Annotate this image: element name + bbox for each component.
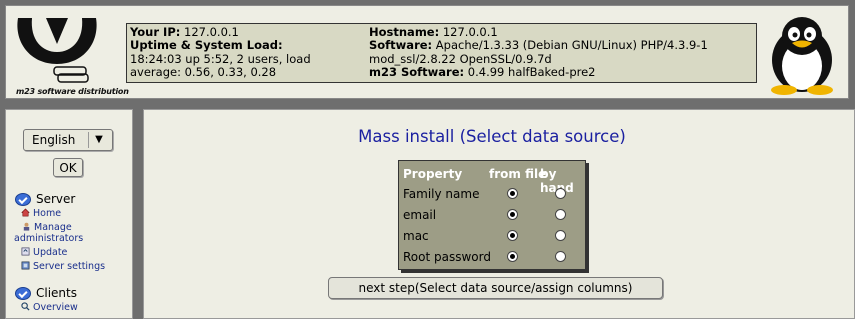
admin-icon [23,222,30,231]
row-label-email: email [403,208,437,222]
language-ok-button[interactable]: OK [53,158,83,177]
sidebar-item-label: Server settings [33,261,106,272]
hostname-label: Hostname: [369,25,440,39]
section-toggle-icon [15,193,31,206]
language-select-value: English [32,133,76,147]
sidebar-item-home[interactable]: Home [21,208,61,219]
radio-family-name-by-hand[interactable] [555,188,566,199]
sidebar-section-server[interactable]: Server [15,192,75,206]
row-label-mac: mac [403,229,429,243]
tux-penguin-icon [762,12,842,96]
column-header-from-file: from file [489,167,547,181]
sidebar-item-label: Home [33,208,62,219]
update-icon [21,247,30,256]
sidebar-item-overview[interactable]: Overview [21,302,78,313]
m23-logo: m23 software distribution [12,12,129,96]
page-title: Mass install (Select data source) [358,127,626,146]
your-ip-label: Your IP: [130,25,181,39]
sidebar-section-label: Server [36,192,76,206]
radio-root-password-from-file[interactable] [507,251,518,262]
sidebar-item-label: Overview [33,302,78,313]
radio-email-from-file[interactable] [507,209,518,220]
settings-icon [21,261,30,270]
data-source-table: Property from file by hand Family name e… [398,160,586,270]
sidebar-section-clients[interactable]: Clients [15,286,77,300]
radio-email-by-hand[interactable] [555,209,566,220]
row-label-family-name: Family name [403,187,480,201]
sidebar-item-label: Update [33,247,68,258]
logo-caption: m23 software distribution [16,87,129,96]
next-step-button[interactable]: next step(Select data source/assign colu… [328,277,663,299]
sidebar-item-update[interactable]: Update [21,247,67,258]
header-bar: m23 software distribution Your IP: 127.0… [5,5,849,99]
sidebar: English ▼ OK Server Home Manage administ… [5,109,133,319]
uptime-label: Uptime & System Load: [130,38,283,53]
chevron-down-icon[interactable]: ▼ [88,132,109,148]
radio-root-password-by-hand[interactable] [555,251,566,262]
info-column-right: Hostname: 127.0.0.1 Software: Apache/1.3… [369,25,754,79]
section-toggle-icon [15,287,31,300]
your-ip-value: 127.0.0.1 [184,25,239,39]
main-content: Mass install (Select data source) Proper… [143,109,855,319]
radio-mac-by-hand[interactable] [555,230,566,241]
house-icon [21,208,30,217]
radio-mac-from-file[interactable] [507,230,518,241]
info-column-left: Your IP: 127.0.0.1 Uptime & System Load:… [130,25,358,79]
language-select[interactable]: English ▼ [23,129,113,151]
m23-software-value: 0.4.99 halfBaked-pre2 [467,64,596,79]
sidebar-item-server-settings[interactable]: Server settings [21,261,105,272]
row-label-root-password: Root password [403,250,491,264]
sidebar-item-manage-administrators[interactable]: Manage administrators [14,222,124,244]
sidebar-section-label: Clients [36,286,77,300]
m23-software-label: m23 Software: [369,64,465,79]
column-header-property: Property [403,167,463,181]
hostname-value: 127.0.0.1 [442,25,498,39]
system-info-box: Your IP: 127.0.0.1 Uptime & System Load:… [126,23,757,83]
magnifier-icon [21,302,30,311]
radio-family-name-from-file[interactable] [507,188,518,199]
uptime-value: 18:24:03 up 5:52, 2 users, load average:… [130,51,311,79]
software-label: Software: [369,38,433,53]
